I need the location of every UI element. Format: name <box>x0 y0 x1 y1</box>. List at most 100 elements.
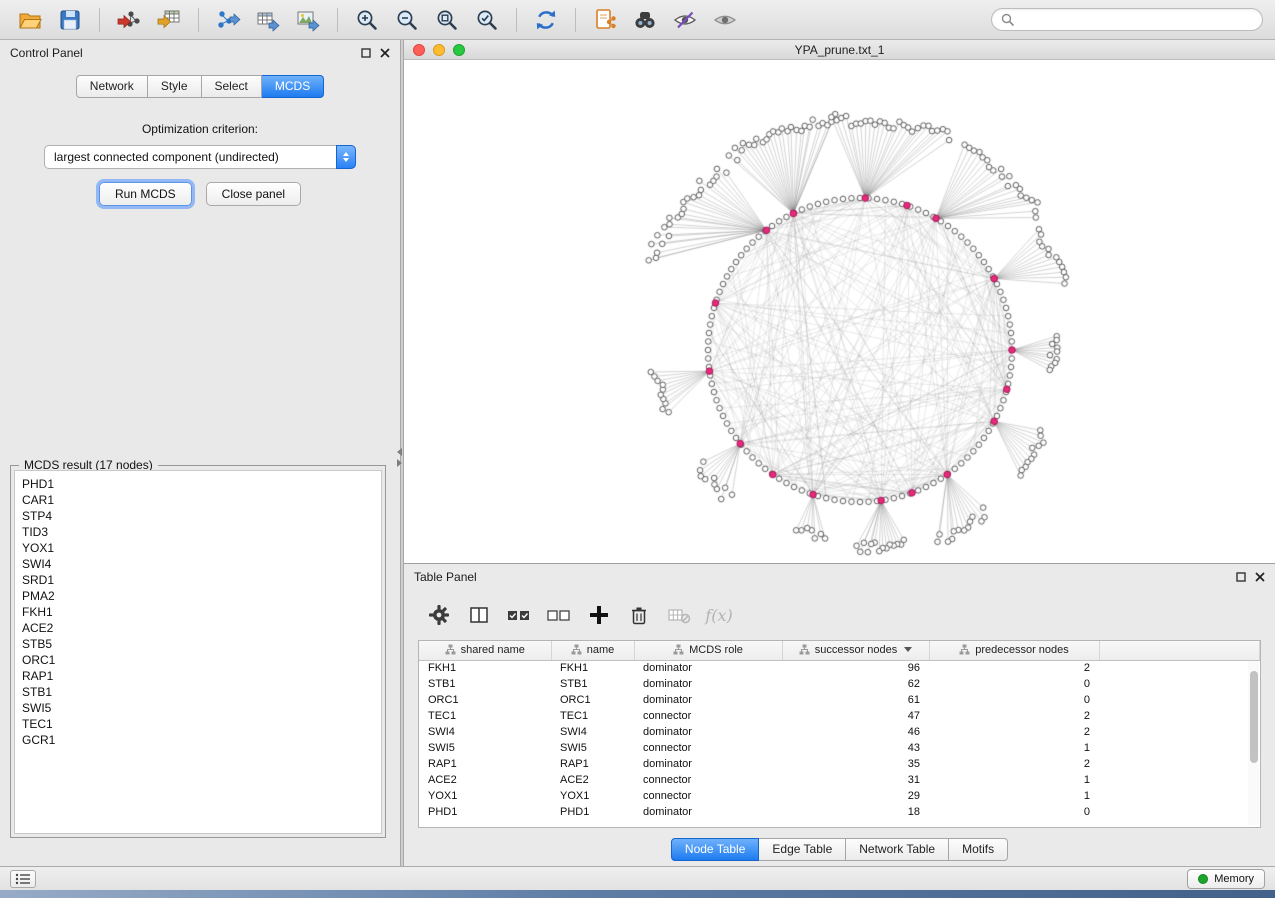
mcds-result-item[interactable]: STP4 <box>22 508 381 524</box>
table-row[interactable]: STB1STB1dominator620 <box>419 676 1260 692</box>
column-header-succ[interactable]: successor nodes <box>782 641 929 660</box>
mcds-result-item[interactable]: PHD1 <box>22 476 381 492</box>
scrollbar-thumb[interactable] <box>1250 671 1258 763</box>
mcds-result-item[interactable]: SWI5 <box>22 700 381 716</box>
eye-slash-icon <box>672 7 698 33</box>
mcds-result-item[interactable]: TID3 <box>22 524 381 540</box>
mcds-result-item[interactable]: SRD1 <box>22 572 381 588</box>
table-row[interactable]: SWI4SWI4dominator462 <box>419 724 1260 740</box>
optimization-criterion-dropdown[interactable]: largest connected component (undirected) <box>44 145 356 169</box>
mcds-result-item[interactable]: PMA2 <box>22 588 381 604</box>
table-tab-network-table[interactable]: Network Table <box>846 838 949 861</box>
column-header-name[interactable]: name <box>551 641 634 660</box>
export-image-button[interactable] <box>290 5 326 35</box>
float-panel-icon[interactable] <box>360 48 371 59</box>
unchecked-boxes-icon <box>546 604 572 626</box>
splitter-handle-icon[interactable] <box>397 448 402 467</box>
zoom-fit-button[interactable] <box>429 5 465 35</box>
table-row[interactable]: FKH1FKH1dominator962 <box>419 660 1260 676</box>
mcds-result-item[interactable]: SWI4 <box>22 556 381 572</box>
mcds-result-item[interactable]: ORC1 <box>22 652 381 668</box>
mcds-result-list[interactable]: PHD1CAR1STP4TID3YOX1SWI4SRD1PMA2FKH1ACE2… <box>14 470 382 834</box>
show-columns-button[interactable] <box>464 601 494 629</box>
table-row[interactable]: SWI5SWI5connector431 <box>419 740 1260 756</box>
open-folder-icon <box>17 7 43 33</box>
close-panel-icon[interactable] <box>1254 572 1265 583</box>
table-row[interactable]: YOX1YOX1connector291 <box>419 788 1260 804</box>
close-panel-button[interactable]: Close panel <box>206 182 301 206</box>
zoom-out-button[interactable] <box>389 5 425 35</box>
export-network-button[interactable] <box>210 5 246 35</box>
mcds-result-item[interactable]: ACE2 <box>22 620 381 636</box>
mcds-result-item[interactable]: CAR1 <box>22 492 381 508</box>
tab-style[interactable]: Style <box>148 75 202 98</box>
memory-button[interactable]: Memory <box>1187 869 1265 889</box>
import-table-from-file-button[interactable] <box>151 5 187 35</box>
table-scrollbar[interactable] <box>1248 661 1259 825</box>
function-builder-button[interactable]: f(x) <box>704 601 734 629</box>
window-minimize-icon[interactable] <box>433 44 445 56</box>
desktop-background <box>0 890 1275 898</box>
table-tab-motifs[interactable]: Motifs <box>949 838 1008 861</box>
tab-mcds[interactable]: MCDS <box>262 75 324 98</box>
import-network-icon <box>116 7 142 33</box>
hide-selected-button[interactable] <box>667 5 703 35</box>
run-mcds-button[interactable]: Run MCDS <box>99 182 192 206</box>
first-neighbors-button[interactable] <box>627 5 663 35</box>
zoom-in-button[interactable] <box>349 5 385 35</box>
table-row[interactable]: ORC1ORC1dominator610 <box>419 692 1260 708</box>
mcds-result-item[interactable]: YOX1 <box>22 540 381 556</box>
unselect-all-columns-button[interactable] <box>544 601 574 629</box>
window-close-icon[interactable] <box>413 44 425 56</box>
column-header-role[interactable]: MCDS role <box>634 641 782 660</box>
tab-select[interactable]: Select <box>202 75 262 98</box>
search-icon <box>1001 13 1014 26</box>
refresh-icon <box>533 7 559 33</box>
apply-preferred-layout-button[interactable] <box>528 5 564 35</box>
fx-icon: f(x) <box>705 606 732 625</box>
save-session-button[interactable] <box>52 5 88 35</box>
table-settings-button[interactable] <box>424 601 454 629</box>
mcds-result-item[interactable]: RAP1 <box>22 668 381 684</box>
select-all-columns-button[interactable] <box>504 601 534 629</box>
float-panel-icon[interactable] <box>1235 572 1246 583</box>
delete-table-button[interactable] <box>664 601 694 629</box>
gear-icon <box>428 604 450 626</box>
table-toolbar: f(x) <box>418 596 1261 634</box>
open-session-button[interactable] <box>12 5 48 35</box>
export-to-web-button[interactable] <box>587 5 623 35</box>
mcds-result-item[interactable]: STB1 <box>22 684 381 700</box>
export-image-icon <box>295 7 321 33</box>
table-row[interactable]: RAP1RAP1dominator352 <box>419 756 1260 772</box>
network-canvas[interactable] <box>404 60 1275 563</box>
table-tab-edge-table[interactable]: Edge Table <box>759 838 846 861</box>
search-input[interactable] <box>1020 12 1253 28</box>
table-tab-node-table[interactable]: Node Table <box>671 838 760 861</box>
tab-network[interactable]: Network <box>76 75 148 98</box>
main-toolbar <box>0 0 1275 40</box>
show-console-button[interactable] <box>10 870 36 888</box>
column-header-shared[interactable]: shared name <box>419 641 551 660</box>
mcds-result-item[interactable]: STB5 <box>22 636 381 652</box>
zoom-selected-button[interactable] <box>469 5 505 35</box>
table-row[interactable]: PHD1PHD1dominator180 <box>419 804 1260 820</box>
show-graphics-details-button[interactable] <box>707 5 743 35</box>
delete-columns-button[interactable] <box>624 601 654 629</box>
close-panel-icon[interactable] <box>379 48 390 59</box>
control-panel: Control Panel NetworkStyleSelectMCDS Opt… <box>0 40 400 866</box>
network-view-titlebar: YPA_prune.txt_1 <box>404 40 1275 60</box>
export-table-button[interactable] <box>250 5 286 35</box>
mcds-result-item[interactable]: TEC1 <box>22 716 381 732</box>
import-network-from-file-button[interactable] <box>111 5 147 35</box>
search-box[interactable] <box>991 8 1263 31</box>
table-row[interactable]: TEC1TEC1connector472 <box>419 708 1260 724</box>
columns-icon <box>468 604 490 626</box>
table-row[interactable]: ACE2ACE2connector311 <box>419 772 1260 788</box>
zoom-out-icon <box>394 7 420 33</box>
mcds-result-item[interactable]: GCR1 <box>22 732 381 748</box>
window-maximize-icon[interactable] <box>453 44 465 56</box>
mcds-result-item[interactable]: FKH1 <box>22 604 381 620</box>
create-column-button[interactable] <box>584 601 614 629</box>
column-header-pred[interactable]: predecessor nodes <box>929 641 1099 660</box>
export-table-icon <box>255 7 281 33</box>
